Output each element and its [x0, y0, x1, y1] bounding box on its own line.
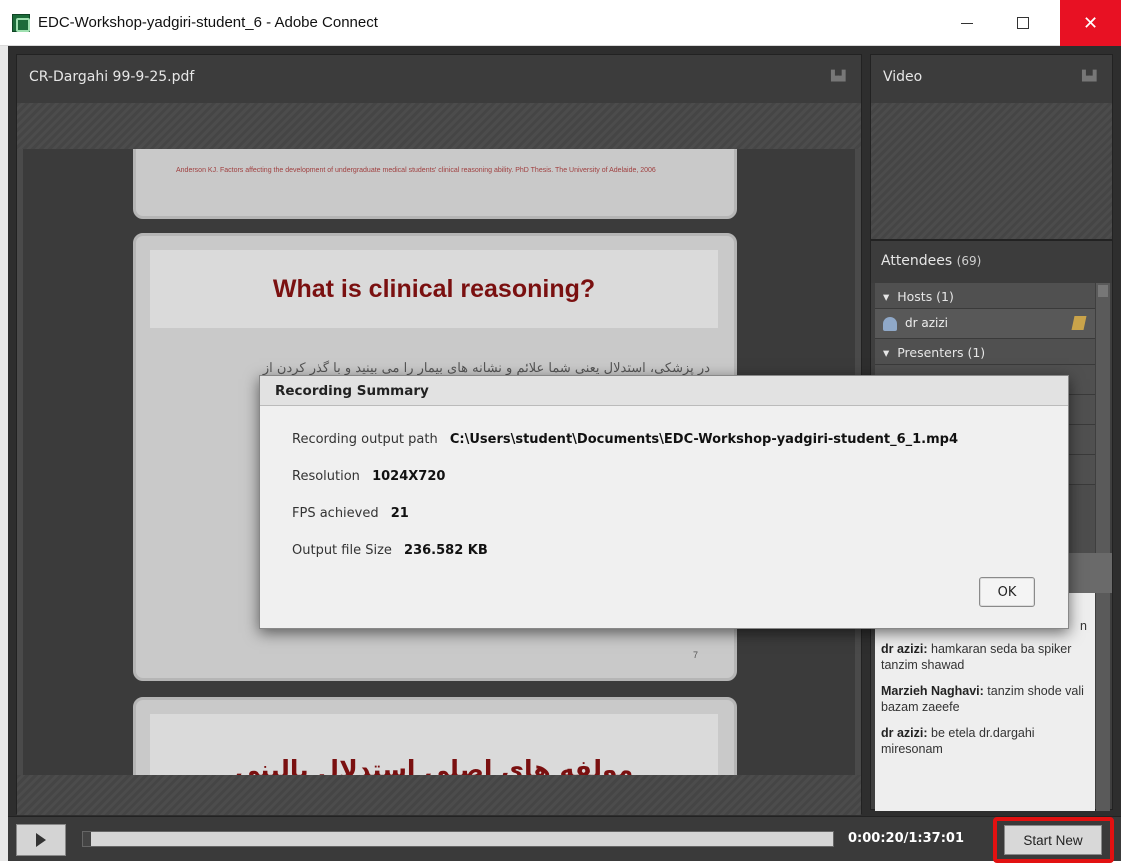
webcam-icon [1071, 316, 1087, 330]
start-new-button[interactable]: Start New [1004, 825, 1102, 855]
group-hosts[interactable]: ▾ Hosts (1) [875, 283, 1095, 309]
playback-bar: 0:00:20/1:37:01 Start New [8, 816, 1121, 863]
attendees-count: (69) [956, 254, 982, 268]
resolution-row: Resolution 1024X720 [292, 469, 1048, 506]
resolution-value: 1024X720 [372, 469, 446, 484]
video-area [871, 103, 1112, 239]
fps-value: 21 [390, 506, 409, 521]
fps-row: FPS achieved 21 [292, 506, 1048, 543]
video-pod-header: Video ▙▟ [871, 55, 1112, 103]
share-toolbar-strip [17, 103, 861, 149]
fps-label: FPS achieved [292, 506, 379, 521]
scroll-menu-icon[interactable] [1098, 285, 1108, 297]
attendees-header: Attendees (69) [871, 241, 1112, 283]
group-hosts-label: Hosts (1) [897, 289, 954, 304]
slide-reference: Anderson KJ. Factors affecting the devel… [133, 149, 737, 219]
play-icon [36, 833, 46, 847]
attendee-row[interactable]: dr azizi [875, 309, 1095, 339]
host-user-icon [883, 316, 897, 331]
chat-message: Marzieh Naghavi: tanzim shode vali bazam… [881, 683, 1089, 715]
close-button[interactable]: ✕ [1060, 0, 1121, 46]
file-size-value: 236.582 KB [404, 543, 488, 558]
next-slide-title-box: مولفه های اصلی استدلال بالینی [150, 714, 718, 775]
attendee-scrollbar[interactable] [1096, 283, 1110, 553]
minimize-icon [961, 22, 973, 24]
chat-message: dr azizi: be etela dr.dargahi miresonam [881, 725, 1089, 757]
close-icon: ✕ [1082, 12, 1099, 34]
slide-page-number: 7 [692, 650, 698, 660]
chat-partial-char: n [1080, 619, 1087, 633]
attendee-name: dr azizi [905, 316, 948, 330]
chat-message: dr azizi: hamkaran seda ba spiker tanzim… [881, 641, 1089, 673]
attendees-title: Attendees [881, 253, 953, 269]
ok-button[interactable]: OK [979, 577, 1035, 607]
slide-title: What is clinical reasoning? [272, 274, 596, 303]
timeline-progress [83, 832, 91, 846]
window-title: EDC-Workshop-yadgiri-student_6 - Adobe C… [38, 14, 378, 31]
share-pod-title: CR-Dargahi 99-9-25.pdf [29, 69, 195, 85]
window-title-bar: EDC-Workshop-yadgiri-student_6 - Adobe C… [0, 0, 1121, 46]
timeline-slider[interactable] [82, 831, 834, 847]
resolution-label: Resolution [292, 469, 360, 484]
slide-next: مولفه های اصلی استدلال بالینی [133, 697, 737, 775]
chat-sender: dr azizi: [881, 642, 928, 656]
dialog-title: Recording Summary [260, 376, 1068, 406]
file-size-label: Output file Size [292, 543, 392, 558]
maximize-button[interactable] [1000, 0, 1046, 46]
maximize-icon [1017, 17, 1029, 29]
next-slide-title: مولفه های اصلی استدلال بالینی [234, 755, 634, 775]
fullscreen-icon[interactable]: ▙▟ [1082, 71, 1100, 85]
playback-time: 0:00:20/1:37:01 [848, 831, 964, 846]
share-pod-header: CR-Dargahi 99-9-25.pdf ▙▟ [17, 55, 861, 103]
share-bottom-strip [17, 775, 861, 815]
chat-scrollbar[interactable] [1096, 593, 1110, 811]
slide-reference-text: Anderson KJ. Factors affecting the devel… [176, 167, 656, 174]
fullscreen-icon[interactable]: ▙▟ [831, 71, 849, 85]
video-pod-title: Video [883, 69, 923, 85]
file-size-row: Output file Size 236.582 KB [292, 543, 1048, 580]
slide-title-box: What is clinical reasoning? [150, 250, 718, 328]
video-pod: Video ▙▟ [870, 54, 1113, 240]
recording-summary-dialog: Recording Summary Recording output path … [259, 375, 1069, 629]
chat-sender: Marzieh Naghavi: [881, 684, 984, 698]
output-path-row: Recording output path C:\Users\student\D… [292, 432, 1048, 469]
output-path-label: Recording output path [292, 432, 438, 447]
output-path-value: C:\Users\student\Documents\EDC-Workshop-… [449, 432, 959, 447]
chat-sender: dr azizi: [881, 726, 928, 740]
dialog-body: Recording output path C:\Users\student\D… [292, 432, 1048, 580]
background-window-edge [0, 46, 8, 861]
minimize-button[interactable] [944, 0, 990, 46]
play-button[interactable] [16, 824, 66, 856]
adobe-connect-app-icon [12, 14, 30, 32]
group-presenters[interactable]: ▾ Presenters (1) [875, 339, 1095, 365]
group-presenters-label: Presenters (1) [897, 345, 986, 360]
